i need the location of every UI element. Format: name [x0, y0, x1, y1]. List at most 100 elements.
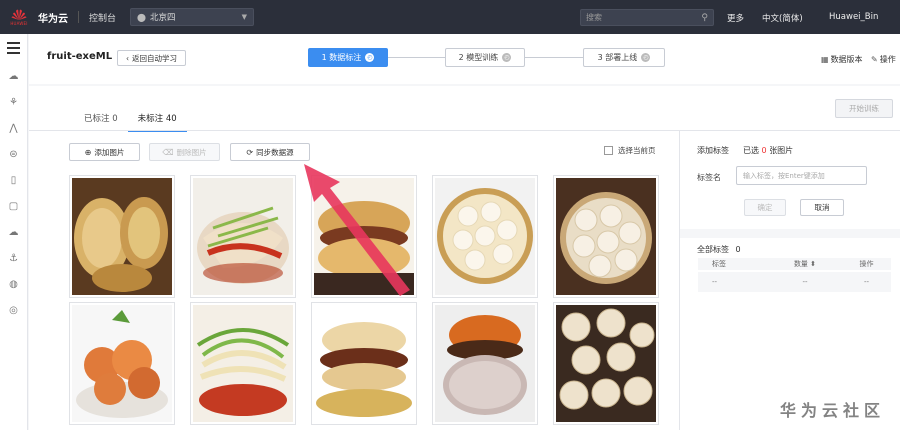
dataset-version-link[interactable]: ▦ 数据版本 [821, 54, 863, 65]
column-label: 标签 [712, 260, 726, 268]
image-thumbnail[interactable] [190, 302, 296, 425]
chevron-down-icon: ▼ [241, 13, 248, 21]
column-actions: 操作 [859, 260, 874, 268]
sync-data-source-button[interactable]: ⟳ 同步数据源 [230, 143, 310, 161]
step-model-training[interactable]: 2 模型训练 ◴ [445, 48, 525, 67]
step-data-labeling[interactable]: 1 数据标注 ◴ [308, 48, 388, 67]
cancel-button[interactable]: 取消 [800, 199, 844, 216]
labels-table: 标签 数量 ⬍ 操作 -- -- -- [698, 258, 891, 292]
logo-wordmark: HUAWEI [10, 20, 28, 26]
search-input[interactable] [586, 13, 698, 22]
tab-labeled[interactable]: 已标注 0 [74, 112, 128, 132]
labeling-workspace: 已标注 0 未标注 40 开始训练 ⊕ 添加图片 ⌫ 删除图片 ⟳ 同步数据源 … [29, 86, 900, 430]
chevron-left-icon: ‹ [126, 53, 129, 63]
cell-actions: -- [863, 278, 870, 286]
column-count[interactable]: 数量 ⬍ [768, 259, 842, 269]
select-page-label: 选择当前页 [618, 146, 656, 155]
soup-dumplings-image [556, 178, 656, 295]
image-thumbnail[interactable] [432, 175, 538, 298]
tab-unlabeled[interactable]: 未标注 40 [127, 112, 187, 132]
label-name-label: 标签名 [697, 173, 721, 182]
image-thumbnail[interactable] [190, 175, 296, 298]
user-menu[interactable]: Huawei_Bin [829, 12, 878, 22]
dataset-version-label: 数据版本 [830, 55, 863, 64]
brand-name[interactable]: 华为云 [38, 10, 68, 25]
steamed-dumplings-image [556, 305, 656, 422]
language-selector[interactable]: 中文(简体) [762, 12, 803, 24]
page-header: fruit-exeML ‹ 返回自动学习 1 数据标注 ◴ 2 模型训练 ◴ 3… [29, 34, 900, 84]
confirm-button[interactable]: 确定 [744, 199, 786, 216]
image-thumbnail[interactable] [69, 302, 175, 425]
step-label: 3 部署上线 [597, 53, 638, 62]
add-image-label: 添加图片 [94, 147, 125, 157]
persimmon-cake-image [435, 305, 535, 422]
selected-suffix: 张图片 [769, 146, 794, 155]
cloud-icon[interactable]: ☁ [7, 226, 20, 239]
all-labels-label: 全部标签 [697, 245, 729, 254]
all-labels-title: 全部标签 0 [697, 244, 741, 255]
edit-icon: ✎ [871, 55, 878, 64]
soup-dumplings-steamer-image [435, 178, 535, 295]
clock-icon: ◴ [365, 53, 375, 62]
settings-icon[interactable]: ◎ [7, 304, 20, 317]
table-row: -- -- -- [698, 272, 891, 292]
search-icon[interactable]: ⚲ [701, 13, 708, 23]
image-thumbnail[interactable] [553, 175, 659, 298]
selected-count: 0 [761, 146, 767, 155]
baked-flatbread-image [72, 178, 172, 295]
file-icon[interactable]: ▢ [7, 200, 20, 213]
region-selector[interactable]: ⬤ 北京四 ▼ [130, 8, 255, 26]
sort-icon: ⬍ [810, 260, 817, 268]
console-link[interactable]: 控制台 [89, 11, 116, 24]
selected-count-text: 已选 0 张图片 [743, 145, 793, 156]
document-icon[interactable]: ▯ [7, 174, 20, 187]
meat-bun-sandwich-image [314, 305, 414, 422]
huawei-petal-icon [11, 9, 27, 20]
step-connector [388, 57, 445, 58]
step-label: 1 数据标注 [321, 53, 362, 62]
plus-circle-icon: ⊕ [84, 147, 92, 157]
add-label-title: 添加标签 [697, 146, 729, 155]
top-navigation-bar: HUAWEI 华为云 控制台 ⬤ 北京四 ▼ ⚲ 更多 中文(简体) Huawe… [0, 0, 900, 34]
delete-image-button[interactable]: ⌫ 删除图片 [149, 143, 220, 161]
start-training-button[interactable]: 开始训练 [835, 99, 893, 118]
location-pin-icon: ⬤ [137, 12, 146, 22]
label-name-input[interactable] [736, 166, 867, 185]
huawei-logo[interactable]: HUAWEI [6, 4, 32, 30]
cell-label: -- [712, 278, 718, 286]
deploy-icon[interactable]: ⚓ [7, 252, 20, 265]
add-image-button[interactable]: ⊕ 添加图片 [69, 143, 140, 161]
step-label: 2 模型训练 [458, 53, 499, 62]
all-labels-count: 0 [735, 245, 741, 254]
network-icon[interactable]: ⚘ [7, 96, 20, 109]
operations-link[interactable]: ✎ 操作 [871, 54, 896, 65]
select-current-page[interactable]: 选择当前页 [604, 145, 656, 156]
grid-icon: ▦ [821, 55, 829, 64]
storage-icon[interactable]: ⋀ [7, 122, 20, 135]
menu-icon[interactable] [7, 42, 20, 57]
service-sidebar: ☁ ⚘ ⋀ ⊜ ▯ ▢ ☁ ⚓ ◍ ◎ [0, 34, 28, 430]
project-title: fruit-exeML [47, 51, 113, 62]
clock-icon: ◴ [641, 53, 651, 62]
image-thumbnail[interactable] [311, 302, 417, 425]
global-search[interactable]: ⚲ [580, 9, 714, 26]
column-count-label: 数量 [793, 260, 808, 268]
cloud-service-icon[interactable]: ☁ [7, 70, 20, 83]
globe-icon[interactable]: ◍ [7, 278, 20, 291]
panel-divider [679, 131, 680, 430]
step-deploy[interactable]: 3 部署上线 ◴ [583, 48, 665, 67]
image-thumbnail[interactable] [432, 302, 538, 425]
more-menu[interactable]: 更多 [727, 12, 744, 24]
back-to-automl-button[interactable]: ‹ 返回自动学习 [117, 50, 186, 66]
image-thumbnail[interactable] [69, 175, 175, 298]
table-header: 标签 数量 ⬍ 操作 [698, 258, 891, 270]
community-watermark: 华为云社区 [780, 401, 886, 420]
select-page-checkbox[interactable] [604, 146, 613, 155]
cold-noodles-image [193, 178, 293, 295]
step-connector [525, 57, 583, 58]
database-icon[interactable]: ⊜ [7, 148, 20, 161]
image-thumbnail[interactable] [553, 302, 659, 425]
label-status-tabs: 已标注 0 未标注 40 [74, 112, 187, 132]
delete-image-label: 删除图片 [176, 147, 207, 157]
region-value: 北京四 [149, 13, 176, 23]
